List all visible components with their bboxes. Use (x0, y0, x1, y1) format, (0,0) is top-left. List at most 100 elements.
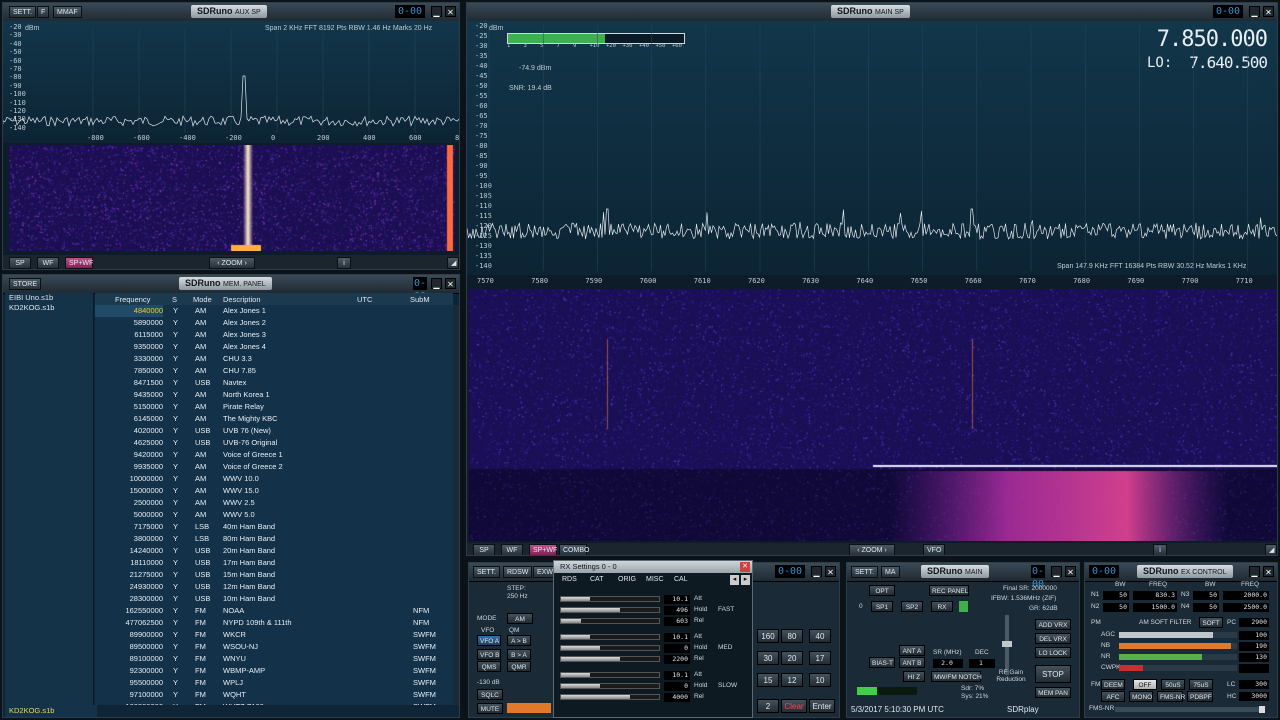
main-spwf-button[interactable]: SP+WF (529, 544, 557, 556)
rx-settings-prev-icon[interactable]: ◂ (730, 575, 739, 585)
aux-waterfall[interactable] (9, 145, 455, 251)
rx-settings-slider[interactable] (560, 596, 660, 602)
col-s[interactable]: S (172, 295, 177, 304)
rx-qms-button[interactable]: QMS (477, 661, 501, 672)
aux-spectrum[interactable]: dBm Span 2 KHz FFT 8192 Pts RBW 1.46 Hz … (3, 21, 460, 143)
table-row[interactable]: 477062500 Y FM NYPD 109th & 111th NFM (95, 617, 453, 629)
rx-keypad-key[interactable]: 160 (757, 629, 779, 643)
rx-settings-slider[interactable] (560, 694, 660, 700)
table-row[interactable]: 4625000 Y USB UVB-76 Original (95, 437, 453, 449)
rx-keypad-key[interactable]: 80 (781, 629, 803, 643)
table-row[interactable]: 2500000 Y AM WWV 2.5 (95, 497, 453, 509)
ex-slider-value[interactable] (1239, 664, 1269, 673)
mp-mem-pan-button[interactable]: MEM PAN (1035, 687, 1071, 698)
rx-rdsw-button[interactable]: RDSW (503, 566, 532, 578)
table-row[interactable]: 89900000 Y FM WKCR SWFM (95, 629, 453, 641)
mp-ant-a-button[interactable]: ANT A (899, 645, 925, 656)
main-sp-close-icon[interactable]: ✕ (1263, 6, 1274, 17)
ex-slider-value[interactable]: 130 (1239, 653, 1269, 662)
rx-vfo-b-button[interactable]: VFO B (477, 649, 501, 660)
main-spectrum[interactable]: dBm 1 3 5 7 9 +10 +20 +30 +40 +50 +60 -74.9 dBm SN… (467, 21, 1278, 275)
rx-settings-tab[interactable]: CAL (674, 576, 688, 583)
table-row[interactable]: 10000000 Y AM WWV 10.0 (95, 473, 453, 485)
rx-settings-slider[interactable] (560, 683, 660, 689)
ex-soft-button[interactable]: SOFT (1199, 617, 1223, 628)
rx-settings-slider[interactable] (560, 645, 660, 651)
main-wf-button[interactable]: WF (501, 544, 523, 556)
table-row[interactable]: 9350000 Y AM Alex Jones 4 (95, 341, 453, 353)
table-row[interactable]: 24930000 Y USB 12m Ham Band (95, 581, 453, 593)
mem-close-icon[interactable]: ✕ (445, 278, 456, 289)
col-utc[interactable]: UTC (357, 295, 372, 304)
rx-settings-value[interactable]: 10.1 (664, 595, 690, 604)
mp-opt-button[interactable]: OPT (869, 585, 895, 596)
aux-spwf-button[interactable]: SP+WF (65, 257, 93, 269)
rx-vfo-a-button[interactable]: VFO A (477, 635, 501, 646)
mp-sp1-button[interactable]: SP1 (871, 601, 893, 612)
mem-file-kd2kog[interactable]: KD2KOG.s1b (9, 303, 54, 312)
ex-pdbpf-button[interactable]: PDBPF (1187, 691, 1213, 702)
rx-settings-close-icon[interactable]: ✕ (740, 562, 750, 572)
rx-settings-tab[interactable]: ORIG (618, 576, 636, 583)
rx-sqlc-button[interactable]: SQLC (477, 689, 503, 700)
rx-settings-value[interactable]: 10.1 (664, 633, 690, 642)
main-sp-minimize-icon[interactable]: ▁ (1249, 6, 1260, 17)
mp-del-vrx-button[interactable]: DEL VRX (1035, 633, 1071, 644)
col-mode[interactable]: Mode (193, 295, 212, 304)
aux-sp-button[interactable]: SP (9, 257, 31, 269)
table-row[interactable]: 95500000 Y FM WPLJ SWFM (95, 677, 453, 689)
table-row[interactable]: 5890000 Y AM Alex Jones 2 (95, 317, 453, 329)
ex-off-button[interactable]: OFF (1133, 679, 1157, 690)
ex-slider-value[interactable]: 190 (1239, 642, 1269, 651)
table-row[interactable]: 100300000 Y FM WHTZ Z100 SWFM (95, 701, 453, 705)
table-row[interactable]: 97100000 Y FM WQHT SWFM (95, 689, 453, 701)
rx-settings-slider[interactable] (560, 656, 660, 662)
rx-settings-value[interactable]: 0 (664, 644, 690, 653)
ex-n2-bw[interactable]: 50 (1103, 603, 1129, 612)
main-zoom-left-icon[interactable]: ‹ (857, 547, 859, 554)
mp-sp2-button[interactable]: SP2 (901, 601, 923, 612)
mp-lo-lock-button[interactable]: LO LOCK (1035, 647, 1071, 658)
table-row[interactable]: 15000000 Y AM WWV 15.0 (95, 485, 453, 497)
ex-n4-bw[interactable]: 50 (1193, 603, 1219, 612)
main-combo-button[interactable]: COMBO (559, 544, 587, 556)
ex-mono-button[interactable]: MONO (1129, 691, 1153, 702)
rx-minimize-icon[interactable]: ▁ (811, 566, 822, 577)
ex-slider-track[interactable] (1119, 643, 1237, 649)
aux-wf-button[interactable]: WF (37, 257, 59, 269)
ex-fmsnr-button[interactable]: FMS-NR (1157, 691, 1183, 702)
mp-ant-b-button[interactable]: ANT B (899, 657, 925, 668)
aux-zoom-left-icon[interactable]: ‹ (217, 260, 219, 267)
rx-settings-tab[interactable]: MISC (646, 576, 664, 583)
ex-n1-bw[interactable]: 50 (1103, 591, 1129, 600)
ex-deem-button[interactable]: DEEM (1101, 679, 1125, 690)
table-row[interactable]: 6115000 Y AM Alex Jones 3 (95, 329, 453, 341)
aux-info-icon[interactable]: i (337, 257, 351, 269)
rx-keypad-key[interactable]: 10 (809, 673, 831, 687)
rx-mute-button[interactable]: MUTE (477, 703, 503, 714)
rx-settings-value[interactable]: 603 (664, 617, 690, 626)
rx-keypad-key[interactable]: 20 (781, 651, 803, 665)
ex-n2-freq[interactable]: 1500.0 (1133, 603, 1177, 612)
rx-qmr-button[interactable]: QMR (507, 661, 531, 672)
ex-n3-freq[interactable]: 2000.0 (1223, 591, 1269, 600)
main-zoom-right-icon[interactable]: › (884, 547, 886, 554)
rx-keypad-key[interactable]: 40 (809, 629, 831, 643)
rx-keypad-key[interactable]: 12 (781, 673, 803, 687)
ex-pc-value[interactable]: 2900 (1239, 618, 1269, 627)
mp-ma-button[interactable]: MA (881, 566, 900, 578)
aux-sett-button[interactable]: SETT. (9, 6, 36, 18)
rx-am-button[interactable]: AM (507, 613, 533, 624)
main-info-icon[interactable]: i (1153, 544, 1167, 556)
table-row[interactable]: 21275000 Y USB 15m Ham Band (95, 569, 453, 581)
table-row[interactable]: 4020000 Y USB UVB 76 (New) (95, 425, 453, 437)
ex-50us-button[interactable]: 50uS (1161, 679, 1185, 690)
ex-n1-freq[interactable]: 830.3 (1133, 591, 1177, 600)
main-waterfall[interactable] (469, 289, 1277, 541)
ex-slider-track[interactable] (1119, 665, 1237, 671)
table-row[interactable]: 14240000 Y USB 20m Ham Band (95, 545, 453, 557)
mp-dec-value[interactable]: 1 (969, 659, 995, 668)
ex-lc-value[interactable]: 300 (1239, 680, 1269, 689)
table-row[interactable]: 3800000 Y LSB 80m Ham Band (95, 533, 453, 545)
main-sp-button[interactable]: SP (473, 544, 495, 556)
